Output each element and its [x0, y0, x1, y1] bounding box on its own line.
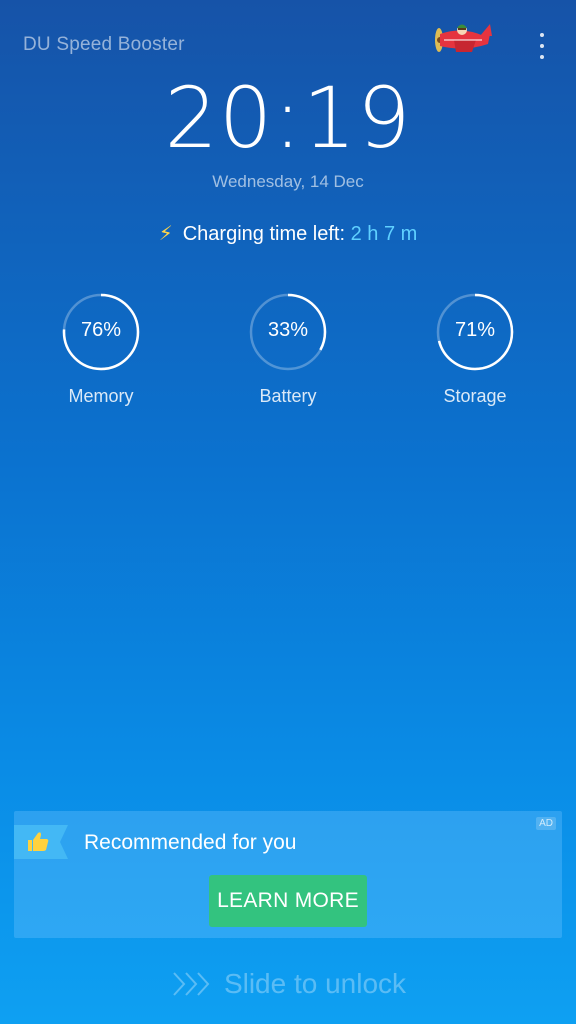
memory-progress-ring: 76%	[61, 292, 141, 372]
stat-storage[interactable]: 71% Storage	[415, 292, 535, 407]
battery-label: Battery	[259, 386, 317, 406]
storage-progress-ring: 71%	[435, 292, 515, 372]
menu-dot	[540, 44, 544, 48]
stat-memory[interactable]: 76% Memory	[41, 292, 161, 407]
learn-more-button[interactable]: LEARN MORE	[209, 875, 367, 927]
thumbs-up-icon	[14, 825, 68, 859]
battery-progress-ring: 33%	[248, 292, 328, 372]
clock-date: Wednesday, 14 Dec	[212, 172, 364, 191]
charging-time-left: 2 h 7 m	[350, 223, 418, 245]
overflow-menu-button[interactable]	[528, 24, 556, 68]
slide-to-unlock-label: Slide to unlock	[223, 968, 407, 999]
battery-percent: 33%	[267, 319, 309, 341]
chevrons-right-icon	[173, 972, 210, 996]
lightning-bolt-icon: ⚡	[158, 223, 173, 245]
menu-dot	[540, 55, 544, 59]
storage-label: Storage	[443, 386, 507, 406]
slide-to-unlock[interactable]: Slide to unlock	[0, 968, 576, 1000]
stat-battery[interactable]: 33% Battery	[228, 292, 348, 407]
memory-label: Memory	[68, 386, 134, 406]
ad-title: Recommended for you	[84, 831, 297, 854]
more-vertical-icon	[540, 33, 544, 37]
charging-label: Charging time left:	[182, 223, 351, 245]
memory-percent: 76%	[80, 319, 122, 341]
clock-time: 20:19	[164, 69, 412, 167]
storage-percent: 71%	[454, 319, 496, 341]
stats-row: 76% Memory 33% Battery 71% Storage	[0, 292, 576, 422]
charging-status: ⚡ Charging time left: 2 h 7 m	[0, 221, 576, 246]
airplane-mascot-icon[interactable]	[432, 18, 494, 60]
app-title: DU Speed Booster	[23, 34, 185, 55]
ad-badge: AD	[536, 817, 556, 830]
recommended-ad-card[interactable]: AD Recommended for you LEARN MORE	[14, 811, 562, 938]
